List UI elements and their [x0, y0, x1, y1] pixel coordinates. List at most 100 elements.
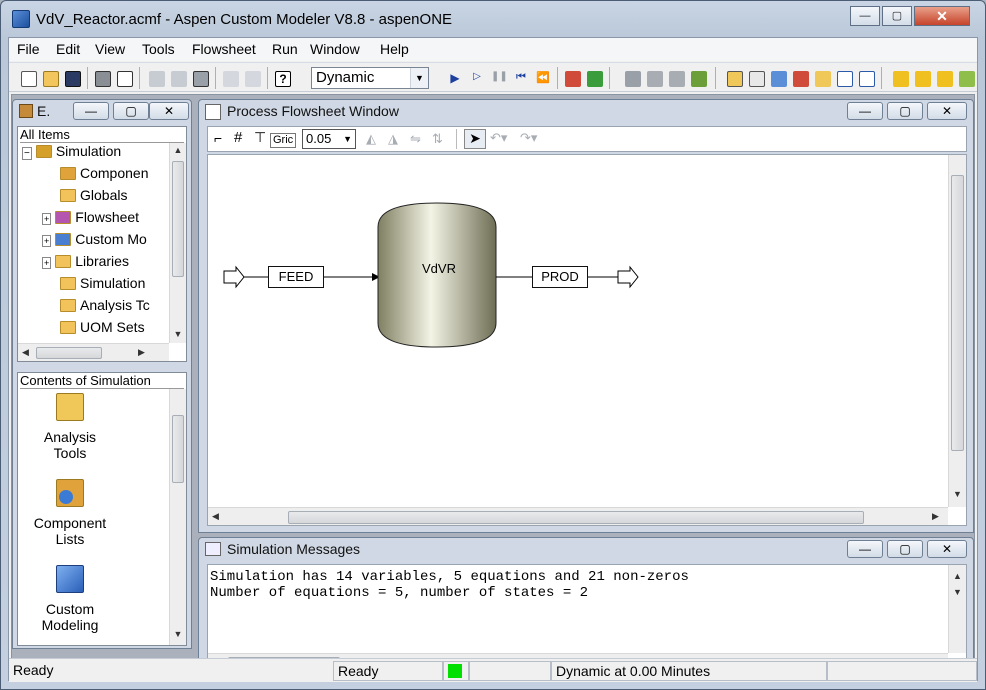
variable-find-icon[interactable]	[815, 71, 831, 87]
canvas-vscroll-thumb[interactable]	[951, 175, 964, 451]
contents-item-component-lists[interactable]: Component Lists	[18, 479, 122, 551]
camera-icon[interactable]	[793, 71, 809, 87]
explorer-icon[interactable]	[727, 71, 743, 87]
script-icon[interactable]	[959, 71, 975, 87]
prod-stream-label[interactable]: PROD	[532, 266, 588, 288]
contents-item-custom-modeling[interactable]: Custom Modeling	[18, 565, 122, 637]
scroll-down-arrow-icon[interactable]: ▼	[170, 629, 186, 639]
menu-view[interactable]: View	[95, 41, 125, 57]
graph-icon[interactable]	[859, 71, 875, 87]
canvas-horizontal-scrollbar[interactable]: ◀ ▶	[208, 507, 948, 525]
menu-file[interactable]: File	[17, 41, 40, 57]
menu-run[interactable]: Run	[272, 41, 298, 57]
chevron-down-icon[interactable]: ▼	[410, 68, 428, 88]
messages-maximize-button[interactable]: ▢	[887, 540, 923, 558]
show-grid-icon[interactable]: #	[234, 129, 242, 146]
contents-item-analysis-tools[interactable]: Analysis Tools	[18, 393, 122, 465]
scroll-left-arrow-icon[interactable]: ◀	[22, 347, 29, 358]
grid-size-value: 0.05	[306, 131, 332, 146]
messages-icon[interactable]	[771, 71, 787, 87]
paste-icon[interactable]	[193, 71, 209, 87]
close-button[interactable]: ✕	[914, 6, 970, 26]
scroll-right-arrow-icon[interactable]: ▶	[932, 511, 939, 522]
check-icon[interactable]	[565, 71, 581, 87]
cut-icon[interactable]	[149, 71, 165, 87]
scroll-down-arrow-icon[interactable]: ▼	[949, 489, 966, 499]
grid-size-select[interactable]: 0.05 ▼	[302, 129, 356, 149]
undo-icon[interactable]	[223, 71, 239, 87]
star-icon[interactable]	[915, 71, 931, 87]
contents-vertical-scrollbar[interactable]: ▼	[169, 389, 186, 645]
run-icon[interactable]: ▶	[447, 71, 463, 87]
snapshot-icon[interactable]	[625, 71, 641, 87]
homotopy-icon[interactable]	[691, 71, 707, 87]
flip-horizontal-icon[interactable]: ⇋	[410, 131, 421, 147]
canvas-vertical-scrollbar[interactable]: ▼	[948, 155, 966, 507]
prod-port-arrow[interactable]	[617, 265, 639, 289]
feed-port-arrow[interactable]	[223, 265, 245, 289]
copy-icon[interactable]	[171, 71, 187, 87]
grid-scale-icon[interactable]: ⊤	[254, 129, 266, 146]
open-folder-icon[interactable]	[43, 71, 59, 87]
whats-this-help-icon[interactable]: ?	[275, 71, 291, 87]
star-icon[interactable]	[937, 71, 953, 87]
redo-icon[interactable]	[245, 71, 261, 87]
new-file-icon[interactable]	[21, 71, 37, 87]
pointer-icon[interactable]: ➤	[464, 129, 486, 149]
folder-icon	[56, 393, 84, 421]
rotate-right-icon[interactable]: ◮	[388, 131, 398, 147]
restart-icon[interactable]: ⏮	[513, 71, 529, 87]
flowsheet-close-button[interactable]: ✕	[927, 102, 967, 120]
tree-scroll-thumb[interactable]	[172, 161, 184, 277]
step-icon[interactable]: ▷	[469, 71, 485, 87]
canvas-hscroll-thumb[interactable]	[288, 511, 864, 524]
component-lists-icon	[56, 479, 84, 507]
explorer-maximize-button[interactable]: ▢	[113, 102, 149, 120]
feed-stream-label[interactable]: FEED	[268, 266, 324, 288]
analysis-icon[interactable]	[669, 71, 685, 87]
print-preview-icon[interactable]	[117, 71, 133, 87]
menu-tools[interactable]: Tools	[142, 41, 175, 57]
scroll-down-arrow-icon[interactable]: ▼	[949, 587, 966, 597]
minimize-button[interactable]: —	[850, 6, 880, 26]
scroll-down-arrow-icon[interactable]: ▼	[170, 329, 186, 339]
messages-minimize-button[interactable]: —	[847, 540, 883, 558]
contents-scroll-thumb[interactable]	[172, 415, 184, 483]
flowsheet-minimize-button[interactable]: —	[847, 102, 883, 120]
messages-vertical-scrollbar[interactable]: ▲ ▼	[948, 565, 966, 653]
star-icon[interactable]	[893, 71, 909, 87]
tree-hscroll-thumb[interactable]	[36, 347, 102, 359]
rewind-icon[interactable]: ⏪	[535, 71, 551, 87]
toolbar-separator	[267, 67, 268, 89]
messages-close-button[interactable]: ✕	[927, 540, 967, 558]
snap-to-grid-icon[interactable]: ⌐	[214, 130, 222, 146]
initialize-icon[interactable]	[587, 71, 603, 87]
specification-icon[interactable]	[647, 71, 663, 87]
menu-help[interactable]: Help	[380, 41, 409, 57]
scroll-right-arrow-icon[interactable]: ▶	[138, 347, 145, 358]
save-icon[interactable]	[65, 71, 81, 87]
plot-icon[interactable]	[837, 71, 853, 87]
maximize-button[interactable]: ▢	[882, 6, 912, 26]
scroll-up-arrow-icon[interactable]: ▲	[949, 571, 966, 581]
explorer-close-button[interactable]: ✕	[149, 102, 189, 120]
flowsheet-maximize-button[interactable]: ▢	[887, 102, 923, 120]
scroll-up-arrow-icon[interactable]: ▲	[170, 145, 186, 155]
menu-flowsheet[interactable]: Flowsheet	[192, 41, 256, 57]
print-icon[interactable]	[95, 71, 111, 87]
tree-vertical-scrollbar[interactable]: ▲ ▼	[169, 143, 186, 343]
flip-vertical-icon[interactable]: ⇅	[432, 131, 443, 147]
rotate-left-icon[interactable]: ◭	[366, 131, 376, 147]
explorer-minimize-button[interactable]: —	[73, 102, 109, 120]
redo-icon[interactable]: ↷▾	[520, 130, 537, 146]
find-icon[interactable]	[749, 71, 765, 87]
run-mode-select[interactable]: Dynamic ▼	[311, 67, 429, 89]
menu-edit[interactable]: Edit	[56, 41, 80, 57]
tree-horizontal-scrollbar[interactable]: ◀ ▶	[18, 343, 169, 361]
pause-icon[interactable]: ❚❚	[491, 71, 508, 87]
scroll-left-arrow-icon[interactable]: ◀	[212, 511, 219, 522]
flowsheet-canvas[interactable]: VdVR FEED PROD ▼ ◀ ▶	[207, 154, 967, 526]
toolbar-separator	[881, 67, 882, 89]
undo-icon[interactable]: ↶▾	[490, 130, 507, 146]
menu-window[interactable]: Window	[310, 41, 360, 57]
